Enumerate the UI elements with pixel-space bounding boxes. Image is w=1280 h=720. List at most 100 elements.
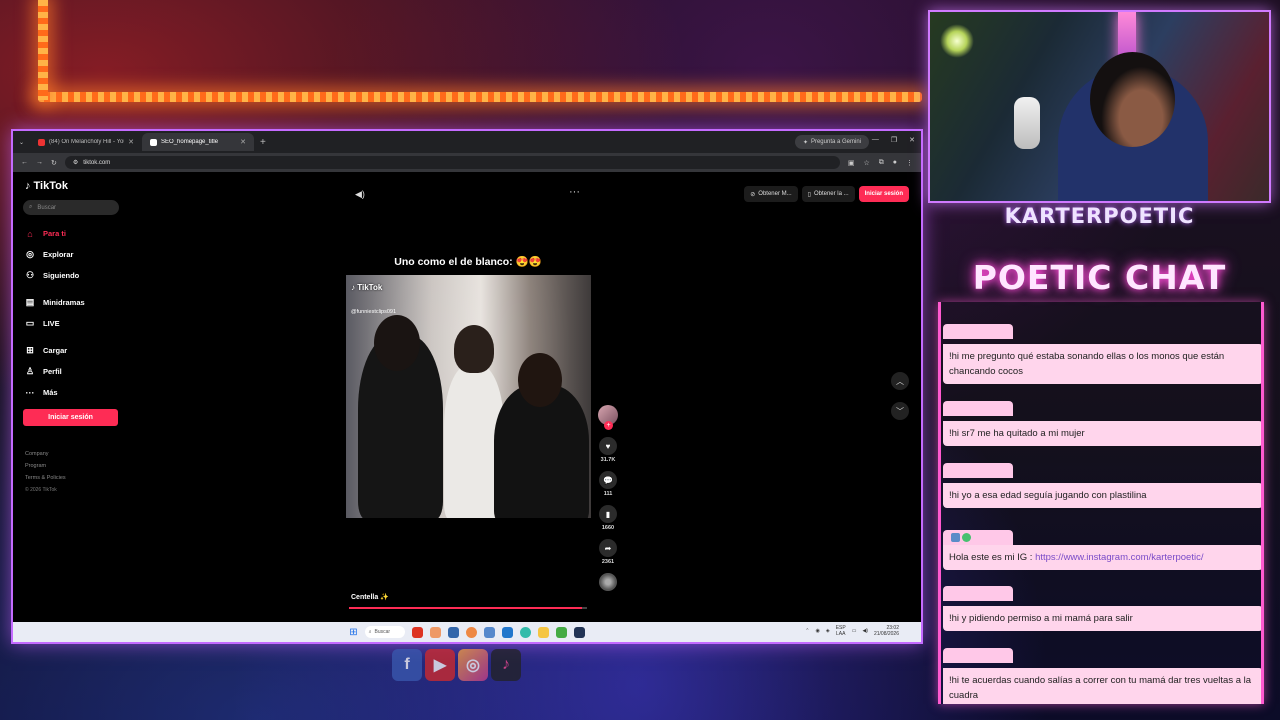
minimize-icon[interactable]: — [872, 136, 879, 144]
nav-mas[interactable]: ··· Más [23, 382, 113, 403]
login-button[interactable]: Iniciar sesión [23, 409, 118, 426]
taskbar-app-icon[interactable] [555, 626, 567, 638]
nav-perfil[interactable]: ♙ Perfil [23, 361, 113, 382]
share-icon: ➦ [604, 543, 612, 553]
site-info-icon[interactable]: ⚙ [73, 159, 78, 166]
nav-cargar[interactable]: ⊞ Cargar [23, 340, 113, 361]
tray-app-icon[interactable]: ◈ [826, 628, 830, 634]
taskbar-app-icon[interactable] [411, 626, 423, 638]
reload-icon[interactable]: ↻ [51, 159, 57, 167]
tiktok-note-icon: ♪ [25, 180, 31, 192]
save-button[interactable]: ▮ [599, 505, 617, 523]
profile-icon[interactable]: ● [893, 159, 897, 167]
tiktok-icon: ♪ [491, 649, 521, 681]
language-indicator[interactable]: ESP LAA [836, 625, 846, 637]
close-window-icon[interactable]: ✕ [909, 136, 915, 144]
more-options-icon[interactable]: ··· [569, 186, 580, 198]
forward-icon[interactable]: → [36, 159, 43, 166]
nav-live[interactable]: ▭ LIVE [23, 313, 113, 334]
windows-start-icon[interactable]: ⊞ [349, 627, 357, 638]
close-icon[interactable]: ✕ [128, 138, 134, 146]
nav-minidramas[interactable]: ▤ Minidramas [23, 292, 113, 313]
instagram-icon: ◎ [458, 649, 488, 681]
footer-company[interactable]: Company [25, 448, 113, 460]
nav-label: Siguiendo [43, 271, 80, 280]
nav-para-ti[interactable]: ⌂ Para ti [23, 223, 113, 244]
video-title: Uno como el de blanco: 😍😍 [394, 256, 542, 268]
author-avatar[interactable]: + [598, 405, 618, 430]
verified-badge-icon [962, 533, 971, 543]
taskbar-app-icon[interactable] [501, 626, 513, 638]
search-input[interactable]: ⌕ Buscar [23, 200, 119, 215]
compass-icon: ◎ [26, 249, 34, 259]
music-disc-icon[interactable] [599, 573, 617, 591]
chat-message: !hi yo a esa edad seguía jugando con pla… [943, 463, 1261, 508]
taskbar-app-icon[interactable] [483, 626, 495, 638]
menu-icon[interactable]: ⋮ [906, 159, 913, 167]
chat-username [943, 401, 1013, 416]
webcam-lamp [940, 24, 974, 58]
footer-terms[interactable]: Terms & Policies [25, 472, 113, 484]
previous-video-button[interactable]: ︿ [891, 372, 909, 390]
get-desktop-button[interactable]: ▯ Obtener la ... [801, 186, 855, 202]
tab-tiktok[interactable]: SEO_homepage_title ✕ [142, 133, 255, 151]
footer-program[interactable]: Program [25, 460, 113, 472]
windows-taskbar: ⊞ ⌕ Buscar ⌃ ◉ ◈ ESP LAA ▭ ◀) 23:02 21/08/… [13, 622, 921, 642]
nav-siguiendo[interactable]: ⚇ Siguiendo [23, 265, 113, 286]
taskbar-search[interactable]: ⌕ Buscar [364, 626, 405, 638]
tray-chevron-icon[interactable]: ⌃ [805, 628, 809, 634]
close-icon[interactable]: ✕ [240, 138, 246, 146]
chat-text: !hi sr7 me ha quitado a mi mujer [943, 421, 1261, 446]
instagram-link[interactable]: https://www.instagram.com/karterpoetic/ [1035, 552, 1203, 563]
nav-explorar[interactable]: ◎ Explorar [23, 244, 113, 265]
comment-icon: 💬 [603, 475, 613, 485]
tab-youtube[interactable]: (84) On Melancholy Hill - YouTube ✕ [30, 133, 142, 151]
video-progress-bar[interactable] [349, 607, 587, 609]
url-field[interactable]: ⚙ tiktok.com [64, 156, 840, 169]
edge-icon[interactable] [519, 626, 531, 638]
screen-share-icon[interactable]: ▣ [848, 159, 855, 167]
share-button[interactable]: ➦ [599, 539, 617, 557]
get-app-button[interactable]: ⊘ Obtener M... [744, 186, 798, 202]
back-icon[interactable]: ← [21, 159, 28, 166]
gemini-button[interactable]: ✦ Pregunta a Gemini [794, 135, 869, 149]
volume-icon[interactable]: ◀) [862, 628, 868, 634]
like-button[interactable]: ♥ [599, 437, 617, 455]
taskbar-app-icon[interactable] [429, 626, 441, 638]
restore-icon[interactable]: ❐ [891, 136, 897, 144]
chrome-icon[interactable] [465, 626, 477, 638]
network-icon[interactable]: ▭ [852, 628, 857, 634]
gemini-label: Pregunta a Gemini [810, 139, 861, 145]
action-bar: + ♥ 31.7K 💬 111 ▮ 1660 ➦ 2361 [597, 405, 619, 591]
login-top-button[interactable]: Iniciar sesión [858, 186, 909, 202]
led-strip-vertical [38, 0, 48, 100]
taskbar-clock[interactable]: 23:02 21/08/2026 [874, 625, 899, 637]
address-actions: ▣ ☆ ⧉ ● ⋮ [848, 159, 913, 167]
tiktok-logo[interactable]: ♪ TikTok [25, 180, 113, 192]
comment-button[interactable]: 💬 [599, 471, 617, 489]
steam-icon[interactable] [573, 626, 585, 638]
chat-username [943, 324, 1013, 339]
channel-name: KARTERPOETIC [1004, 204, 1195, 228]
copyright: © 2026 TikTok [25, 487, 57, 493]
chat-message: Hola este es mi IG : https://www.instagr… [943, 527, 1261, 570]
extensions-icon[interactable]: ⧉ [879, 159, 884, 167]
follow-icon[interactable]: + [604, 421, 613, 430]
nav-label: Más [43, 388, 58, 397]
tab-search-icon[interactable]: ⌄ [19, 139, 24, 146]
webcam-feed [928, 10, 1271, 203]
new-tab-button[interactable]: + [254, 137, 272, 148]
chat-text: !hi me pregunto qué estaba sonando ellas… [943, 344, 1261, 384]
chat-text: Hola este es mi IG : https://www.instagr… [943, 545, 1261, 570]
youtube-icon: ▶ [425, 649, 455, 681]
chat-username [943, 463, 1013, 478]
star-icon[interactable]: ☆ [863, 159, 869, 167]
file-explorer-icon[interactable] [537, 626, 549, 638]
url-text: tiktok.com [83, 159, 111, 166]
volume-icon[interactable]: ◀) [355, 189, 365, 200]
taskbar-app-icon[interactable] [447, 626, 459, 638]
video-player[interactable]: ♪ TikTok @funniestclips091 [346, 275, 591, 518]
tray-app-icon[interactable]: ◉ [815, 628, 819, 634]
next-video-button[interactable]: ﹀ [891, 402, 909, 420]
chat-message: !hi te acuerdas cuando salías a correr c… [943, 648, 1261, 704]
